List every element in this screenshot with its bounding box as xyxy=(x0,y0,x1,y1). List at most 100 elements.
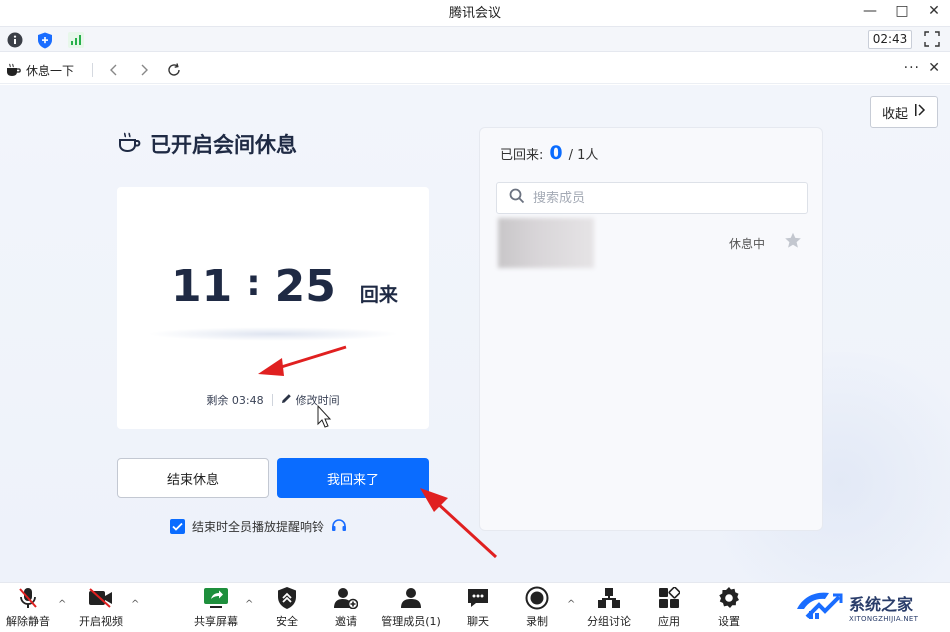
breakout-icon xyxy=(596,585,622,611)
remaining-time: 剩余 03:48 xyxy=(206,394,264,407)
more-options-button[interactable]: ··· xyxy=(904,60,920,76)
break-main-area: 收起 已开启会间休息 11 : 25 回来 剩余 03:48 修改时间 结束休息… xyxy=(0,85,950,582)
window-controls: — □ ✕ xyxy=(854,0,950,22)
shield-icon[interactable] xyxy=(36,31,54,49)
back-nav-button[interactable] xyxy=(104,60,124,80)
tab-bar: 休息一下 ··· ✕ xyxy=(0,56,950,84)
forward-nav-button[interactable] xyxy=(134,60,154,80)
share-screen-icon xyxy=(203,585,229,611)
signal-icon[interactable] xyxy=(67,31,85,49)
invite-label: 邀请 xyxy=(335,615,357,628)
security-button[interactable]: 安全 xyxy=(257,585,317,629)
record-icon xyxy=(524,585,550,611)
breakout-label: 分组讨论 xyxy=(587,615,631,628)
remaining-row: 剩余 03:48 修改时间 xyxy=(117,392,429,408)
time-shadow xyxy=(147,327,399,341)
record-button[interactable]: 录制 xyxy=(507,585,567,629)
coffee-cup-icon xyxy=(6,62,22,81)
members-icon xyxy=(398,585,424,611)
share-screen-button[interactable]: 共享屏幕 xyxy=(186,585,246,629)
mic-off-icon xyxy=(15,585,41,611)
time-colon: : xyxy=(246,263,261,304)
watermark-sub: XITONGZHIJIA.NET xyxy=(849,615,919,623)
chat-icon xyxy=(465,585,491,611)
member-status: 休息中 xyxy=(729,237,766,251)
returned-count: 0 xyxy=(549,142,563,164)
pencil-icon xyxy=(281,393,292,407)
page-title: 已开启会间休息 xyxy=(150,133,297,157)
share-options-caret[interactable]: ^ xyxy=(245,599,253,610)
return-time-card: 11 : 25 回来 剩余 03:48 修改时间 xyxy=(117,187,429,429)
window-titlebar: 腾讯会议 — □ ✕ xyxy=(0,0,950,22)
member-panel: 已回来: 0 / 1人 休息中 xyxy=(479,127,823,531)
chat-button[interactable]: 聊天 xyxy=(448,585,508,629)
returned-label: 已回来: xyxy=(500,148,544,163)
meeting-status-bar: 02:43 xyxy=(0,26,950,52)
end-break-button[interactable]: 结束休息 xyxy=(117,458,269,498)
collapse-icon xyxy=(914,103,926,121)
unmute-button[interactable]: 解除静音 xyxy=(0,585,58,629)
collapse-label: 收起 xyxy=(881,106,908,122)
close-tab-button[interactable]: ✕ xyxy=(928,60,940,76)
remind-label: 结束时全员播放提醒响铃 xyxy=(192,520,325,534)
refresh-icon[interactable] xyxy=(164,60,184,80)
tab-break[interactable]: 休息一下 xyxy=(26,62,74,79)
maximize-button[interactable]: □ xyxy=(886,0,918,22)
edit-time-link[interactable]: 修改时间 xyxy=(281,392,340,408)
tab-separator xyxy=(92,63,93,77)
return-hour: 11 xyxy=(171,261,233,312)
close-window-button[interactable]: ✕ xyxy=(918,0,950,22)
returned-count-row: 已回来: 0 / 1人 xyxy=(500,142,598,164)
fullscreen-icon[interactable] xyxy=(924,31,942,49)
video-off-icon xyxy=(88,585,114,611)
invite-icon xyxy=(333,585,359,611)
video-options-caret[interactable]: ^ xyxy=(131,599,139,610)
meeting-timer: 02:43 xyxy=(868,30,912,49)
apps-button[interactable]: 应用 xyxy=(639,585,699,629)
watermark-text: 系统之家 XITONGZHIJIA.NET xyxy=(849,591,918,623)
remind-ring-option[interactable]: 结束时全员播放提醒响铃 xyxy=(170,518,347,535)
info-icon[interactable] xyxy=(6,31,24,49)
manage-members-button[interactable]: 管理成员(1) xyxy=(381,585,441,629)
invite-button[interactable]: 邀请 xyxy=(316,585,376,629)
unmute-label: 解除静音 xyxy=(6,615,50,628)
break-heading: 已开启会间休息 xyxy=(118,129,297,159)
apps-icon xyxy=(656,585,682,611)
headphone-icon[interactable] xyxy=(331,518,347,535)
minimize-button[interactable]: — xyxy=(854,0,886,22)
return-minute: 25 xyxy=(274,261,336,312)
chat-label: 聊天 xyxy=(467,615,489,628)
im-back-button[interactable]: 我回来了 xyxy=(277,458,429,498)
settings-label: 设置 xyxy=(718,615,740,628)
apps-label: 应用 xyxy=(658,615,680,628)
watermark-logo-icon xyxy=(795,587,843,627)
security-label: 安全 xyxy=(276,615,298,628)
member-search-input[interactable] xyxy=(533,190,793,206)
return-suffix: 回来 xyxy=(359,284,398,306)
audio-options-caret[interactable]: ^ xyxy=(58,599,66,610)
list-item[interactable]: 休息中 xyxy=(496,218,808,268)
return-time: 11 : 25 回来 xyxy=(171,261,398,312)
record-options-caret[interactable]: ^ xyxy=(567,599,575,610)
security-icon xyxy=(274,585,300,611)
search-icon xyxy=(509,188,525,208)
watermark-main: 系统之家 xyxy=(849,595,914,614)
remind-checkbox[interactable] xyxy=(170,519,185,534)
coffee-cup-icon xyxy=(118,131,142,157)
member-search-box[interactable] xyxy=(496,182,808,214)
remaining-divider xyxy=(271,394,273,406)
star-icon[interactable] xyxy=(784,232,802,253)
edit-time-label: 修改时间 xyxy=(295,394,340,407)
window-title: 腾讯会议 xyxy=(448,5,501,21)
manage-members-label: 管理成员(1) xyxy=(381,615,441,628)
start-video-button[interactable]: 开启视频 xyxy=(71,585,131,629)
collapse-button[interactable]: 收起 xyxy=(870,96,938,128)
settings-button[interactable]: 设置 xyxy=(699,585,759,629)
settings-icon xyxy=(716,585,742,611)
start-video-label: 开启视频 xyxy=(79,615,123,628)
share-screen-label: 共享屏幕 xyxy=(194,615,238,628)
blurred-member-name xyxy=(498,218,594,268)
breakout-button[interactable]: 分组讨论 xyxy=(579,585,639,629)
site-watermark: 系统之家 XITONGZHIJIA.NET xyxy=(795,585,945,629)
record-label: 录制 xyxy=(526,615,548,628)
